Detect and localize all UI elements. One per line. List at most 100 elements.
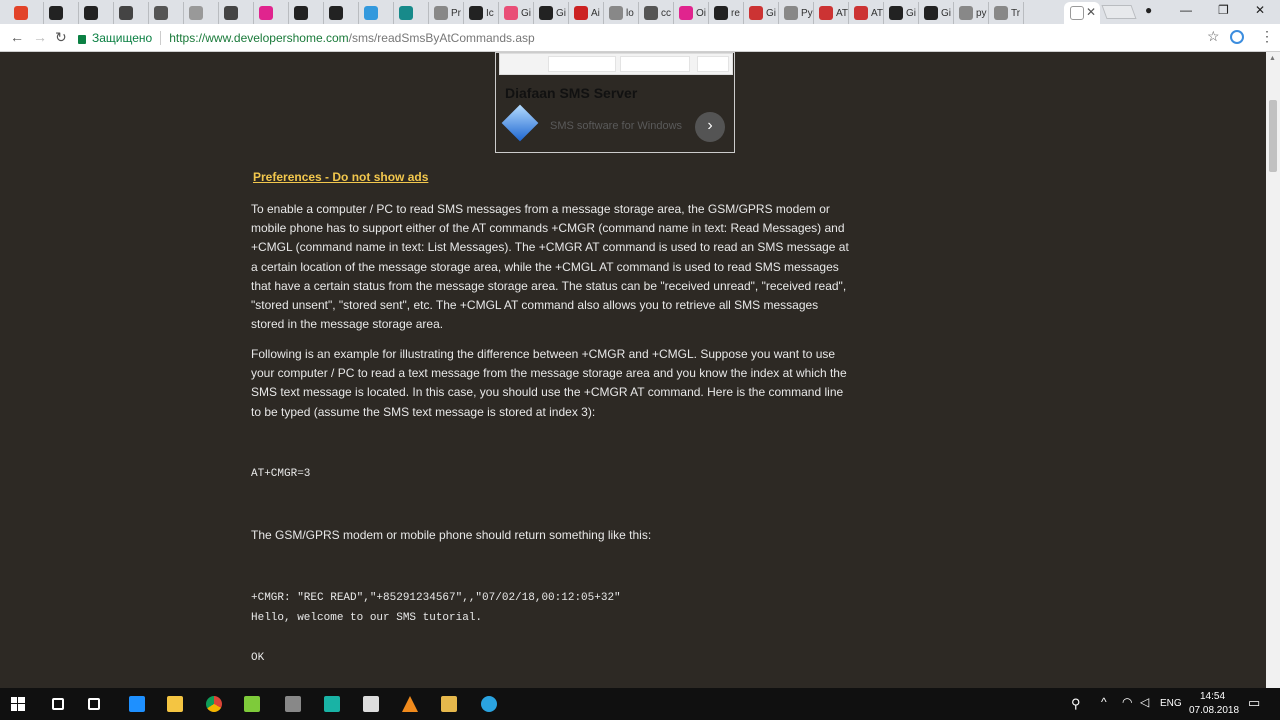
ad-text: SMS software for Windows bbox=[550, 120, 683, 132]
tab-label: AT bbox=[836, 7, 849, 19]
tab-favicon-icon bbox=[924, 6, 938, 20]
url-base: https://www.developershome.com bbox=[169, 31, 349, 45]
url-path: /sms/readSmsByAtCommands.asp bbox=[348, 31, 535, 45]
volume-icon[interactable]: ◁ bbox=[1140, 695, 1149, 709]
close-tab-icon[interactable]: ✕ bbox=[1086, 5, 1096, 19]
edge-icon[interactable] bbox=[129, 696, 145, 712]
address-toolbar: ← → ↻ Защищено https://www.developershom… bbox=[0, 24, 1280, 52]
tab-favicon-icon bbox=[294, 6, 308, 20]
browser-tab[interactable]: Gi bbox=[918, 2, 954, 24]
reload-icon[interactable]: ↻ bbox=[55, 29, 67, 46]
address-bar[interactable]: Защищено https://www.developershome.com/… bbox=[78, 27, 1226, 49]
diafaan-logo-icon bbox=[501, 104, 539, 142]
browser-tab[interactable]: Ic bbox=[463, 2, 499, 24]
security-label: Защищено bbox=[92, 31, 153, 45]
browser-tab[interactable]: Gi bbox=[498, 2, 534, 24]
browser-tab[interactable] bbox=[148, 2, 184, 24]
minimize-icon[interactable]: — bbox=[1180, 3, 1192, 17]
ad-title[interactable]: Diafaan SMS Server bbox=[505, 85, 637, 101]
windows-start-icon[interactable] bbox=[11, 697, 25, 711]
tab-favicon-icon bbox=[819, 6, 833, 20]
telegram-icon[interactable] bbox=[481, 696, 497, 712]
back-icon[interactable]: ← bbox=[10, 29, 24, 45]
browser-tab[interactable] bbox=[393, 2, 429, 24]
paint-icon[interactable] bbox=[441, 696, 457, 712]
terminal-icon[interactable] bbox=[285, 696, 301, 712]
browser-tab[interactable] bbox=[253, 2, 289, 24]
tab-label: Gi bbox=[766, 7, 776, 19]
code-response-line: +CMGR: "REC READ","+85291234567",,"07/02… bbox=[251, 592, 621, 604]
browser-tab[interactable]: Ai bbox=[568, 2, 604, 24]
browser-tab[interactable]: Gi bbox=[743, 2, 779, 24]
taskbar: ⚲ ^ ◠ ◁ ENG 14:54 07.08.2018 ▭ bbox=[0, 688, 1280, 720]
scroll-up-icon[interactable]: ▲ bbox=[1269, 55, 1276, 62]
browser-tab[interactable]: Gi bbox=[883, 2, 919, 24]
tab-label: Gi bbox=[941, 7, 951, 19]
browser-tab[interactable] bbox=[288, 2, 324, 24]
user-icon[interactable]: ● bbox=[1145, 3, 1152, 17]
browser-tab[interactable] bbox=[113, 2, 149, 24]
bookmark-star-icon[interactable]: ☆ bbox=[1207, 28, 1220, 45]
tab-favicon-icon bbox=[539, 6, 553, 20]
tab-label: cc bbox=[661, 7, 671, 19]
extension-icon[interactable] bbox=[1230, 30, 1244, 44]
search-icon[interactable] bbox=[52, 698, 64, 710]
scrollbar[interactable]: ▲ bbox=[1266, 52, 1280, 688]
browser-tab[interactable] bbox=[323, 2, 359, 24]
browser-tab[interactable]: Oi bbox=[673, 2, 709, 24]
browser-tab-active[interactable]: ✕ bbox=[1064, 2, 1100, 24]
tab-favicon-icon bbox=[889, 6, 903, 20]
tab-label: Ai bbox=[591, 7, 600, 19]
browser-tab[interactable] bbox=[8, 2, 44, 24]
browser-tab[interactable]: AT bbox=[813, 2, 849, 24]
clock-time[interactable]: 14:54 bbox=[1200, 691, 1225, 702]
webstorm-icon[interactable] bbox=[324, 696, 340, 712]
browser-tab[interactable] bbox=[43, 2, 79, 24]
browser-tab[interactable] bbox=[358, 2, 394, 24]
task-view-icon[interactable] bbox=[88, 698, 100, 710]
chrome-icon[interactable] bbox=[206, 696, 222, 712]
tab-favicon-icon bbox=[854, 6, 868, 20]
page-content: Diafaan SMS Server SMS software for Wind… bbox=[0, 52, 1266, 688]
new-tab-button[interactable] bbox=[1101, 5, 1137, 19]
tab-favicon-icon bbox=[644, 6, 658, 20]
tab-favicon-icon bbox=[434, 6, 448, 20]
browser-tab[interactable]: cc bbox=[638, 2, 674, 24]
ad-box[interactable]: Diafaan SMS Server SMS software for Wind… bbox=[495, 52, 735, 153]
vlc-icon[interactable] bbox=[402, 696, 418, 712]
tab-favicon-icon bbox=[14, 6, 28, 20]
browser-tab[interactable] bbox=[218, 2, 254, 24]
forward-icon[interactable]: → bbox=[33, 29, 47, 45]
notepad-icon[interactable] bbox=[244, 696, 260, 712]
tab-favicon-icon bbox=[49, 6, 63, 20]
browser-tab[interactable]: py bbox=[953, 2, 989, 24]
explorer-icon[interactable] bbox=[167, 696, 183, 712]
browser-tab[interactable]: AT bbox=[848, 2, 884, 24]
ad-arrow-button[interactable]: › bbox=[695, 112, 725, 142]
browser-tab[interactable]: Tr bbox=[988, 2, 1024, 24]
restore-icon[interactable]: ❐ bbox=[1218, 3, 1229, 17]
scrollbar-thumb[interactable] bbox=[1269, 100, 1277, 172]
language-indicator[interactable]: ENG bbox=[1160, 698, 1182, 709]
menu-icon[interactable]: ⋮ bbox=[1260, 28, 1274, 45]
close-window-icon[interactable]: ✕ bbox=[1255, 3, 1265, 17]
browser-tab[interactable]: re bbox=[708, 2, 744, 24]
browser-tab[interactable] bbox=[78, 2, 114, 24]
tab-favicon-icon bbox=[329, 6, 343, 20]
browser-tab[interactable]: Pr bbox=[428, 2, 464, 24]
preferences-link[interactable]: Preferences - Do not show ads bbox=[253, 170, 428, 184]
tab-label: re bbox=[731, 7, 740, 19]
clock-date[interactable]: 07.08.2018 bbox=[1189, 705, 1239, 716]
browser-tab[interactable]: lo bbox=[603, 2, 639, 24]
url-text[interactable]: https://www.developershome.com/sms/readS… bbox=[169, 31, 534, 45]
chevron-up-icon[interactable]: ^ bbox=[1101, 695, 1107, 709]
browser-tab[interactable]: Gi bbox=[533, 2, 569, 24]
wifi-icon[interactable]: ◠ bbox=[1122, 695, 1132, 709]
tab-label: Oi bbox=[696, 7, 706, 19]
tab-favicon-icon bbox=[469, 6, 483, 20]
browser-tab[interactable] bbox=[183, 2, 219, 24]
browser-tab[interactable]: Py bbox=[778, 2, 814, 24]
person-icon[interactable]: ⚲ bbox=[1071, 696, 1081, 712]
notifications-icon[interactable]: ▭ bbox=[1248, 695, 1260, 711]
document-icon[interactable] bbox=[363, 696, 379, 712]
